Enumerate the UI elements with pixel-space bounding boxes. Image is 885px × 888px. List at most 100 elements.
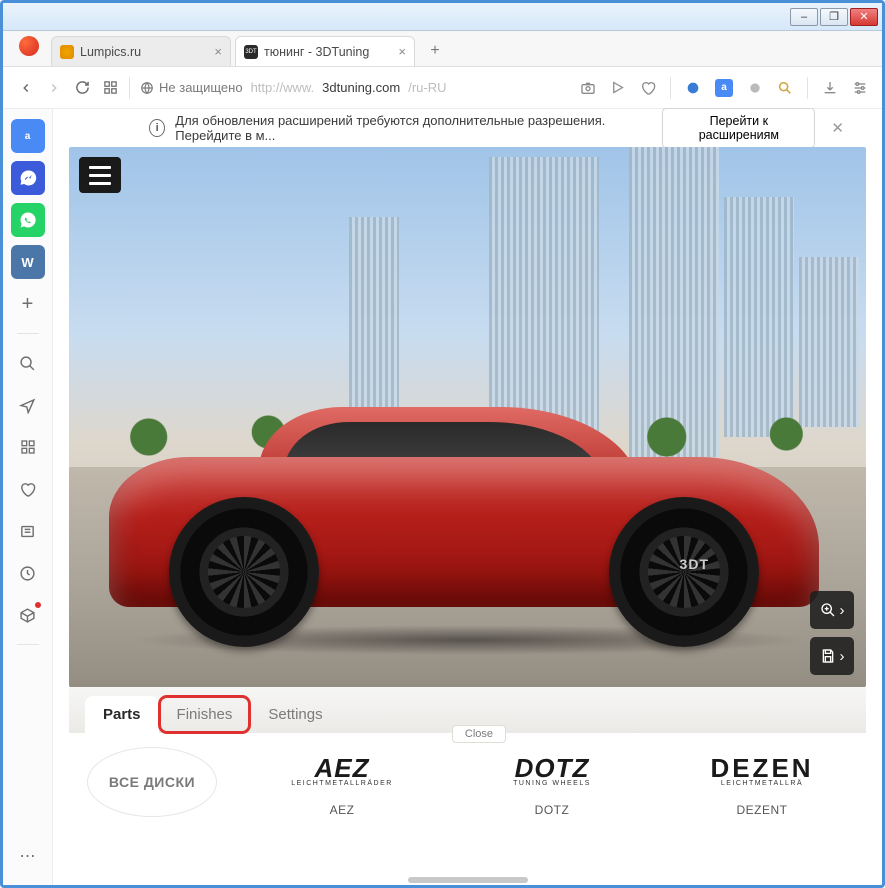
- sidebar-history-icon[interactable]: [11, 556, 45, 590]
- sidebar-whatsapp-icon[interactable]: [11, 203, 45, 237]
- window-close-button[interactable]: ✕: [850, 8, 878, 26]
- brand-logo: DEZEN LEICHTMETALLRÄ: [677, 747, 847, 797]
- favicon-icon: 3DT: [244, 45, 258, 59]
- parts-tabs: Parts Finishes Settings Close: [69, 687, 866, 733]
- tab-title: тюнинг - 3DTuning: [264, 45, 369, 59]
- search-icon[interactable]: [777, 80, 793, 96]
- camera-icon[interactable]: [580, 80, 596, 96]
- speed-dial-icon[interactable]: [101, 79, 119, 97]
- browser-tab-strip: Lumpics.ru × 3DT тюнинг - 3DTuning × +: [3, 31, 882, 67]
- sidebar-speeddial-icon[interactable]: [11, 430, 45, 464]
- play-icon[interactable]: [610, 80, 626, 96]
- brand-logo-sub: LEICHTMETALLRÄDER: [291, 780, 393, 787]
- tab-parts[interactable]: Parts: [85, 696, 159, 733]
- sidebar-add-button[interactable]: +: [11, 287, 45, 321]
- heart-icon[interactable]: [640, 80, 656, 96]
- brand-logo-text: DOTZ: [515, 757, 590, 780]
- sidebar-flow-icon[interactable]: [11, 388, 45, 422]
- browser-tab-active[interactable]: 3DT тюнинг - 3DTuning ×: [235, 36, 415, 66]
- separator: [670, 77, 671, 99]
- security-indicator[interactable]: Не защищено: [140, 80, 243, 95]
- url-host: 3dtuning.com: [322, 80, 400, 95]
- url-prefix: http://www.: [251, 80, 315, 95]
- wheel-brands-row: ВСЕ ДИСКИ AEZ LEICHTMETALLRÄDER AEZ DOTZ…: [69, 733, 866, 827]
- tab-close-icon[interactable]: ×: [214, 44, 222, 59]
- zoom-button[interactable]: ›: [810, 591, 854, 629]
- chevron-right-icon: ›: [840, 648, 845, 665]
- tab-settings[interactable]: Settings: [250, 696, 340, 733]
- address-actions: a: [580, 77, 868, 99]
- dismiss-notification-button[interactable]: ✕: [825, 119, 850, 137]
- app-window: – ❐ ✕ Lumpics.ru × 3DT тюнинг - 3DTuning…: [0, 0, 885, 888]
- translate-icon[interactable]: a: [715, 79, 733, 97]
- brand-item[interactable]: DEZEN LEICHTMETALLRÄ DEZENT: [677, 747, 847, 817]
- browser-body: a W + ⋯ i Для обновления расширений треб…: [3, 109, 882, 885]
- sidebar-news-icon[interactable]: [11, 514, 45, 548]
- car-viewer[interactable]: 3DT › ›: [69, 147, 866, 687]
- notification-text: Для обновления расширений требуются допо…: [175, 113, 652, 143]
- brand-logo: AEZ LEICHTMETALLRÄDER: [257, 747, 427, 797]
- tab-title: Lumpics.ru: [80, 45, 141, 59]
- brand-logo-sub: LEICHTMETALLRÄ: [721, 780, 803, 787]
- info-icon: i: [149, 119, 165, 137]
- download-icon[interactable]: [822, 80, 838, 96]
- save-icon: [820, 648, 836, 664]
- browser-tab[interactable]: Lumpics.ru ×: [51, 36, 231, 66]
- window-maximize-button[interactable]: ❐: [820, 8, 848, 26]
- horizontal-scrollbar[interactable]: [408, 877, 528, 883]
- address-bar: Не защищено http://www. 3dtuning.com/ru-R…: [3, 67, 882, 109]
- car-wheel-rear: [169, 497, 319, 647]
- sidebar-extensions-icon[interactable]: [11, 598, 45, 632]
- tab-finishes[interactable]: Finishes: [159, 696, 251, 733]
- sidebar-bookmarks-icon[interactable]: [11, 472, 45, 506]
- separator: [807, 77, 808, 99]
- easy-setup-icon[interactable]: [852, 80, 868, 96]
- brand-logo-text: AEZ: [315, 757, 370, 780]
- sidebar-vk-icon[interactable]: W: [11, 245, 45, 279]
- brand-name: AEZ: [330, 803, 355, 817]
- sidebar-messenger-icon[interactable]: [11, 161, 45, 195]
- extensions-icon[interactable]: [747, 80, 763, 96]
- security-label: Не защищено: [159, 80, 243, 95]
- brand-logo: DOTZ TUNING WHEELS: [467, 747, 637, 797]
- brand-name: DOTZ: [535, 803, 570, 817]
- car-model: 3DT: [109, 387, 819, 647]
- favicon-icon: [60, 45, 74, 59]
- url-path: /ru-RU: [408, 80, 446, 95]
- brand-logo-text: DEZEN: [710, 757, 813, 780]
- opera-logo-icon[interactable]: [19, 36, 39, 56]
- brand-all-wheels[interactable]: ВСЕ ДИСКИ: [87, 747, 217, 817]
- car-badge: 3DT: [680, 556, 709, 572]
- nav-back-button[interactable]: [17, 79, 35, 97]
- viewer-menu-button[interactable]: [79, 157, 121, 193]
- page-content: i Для обновления расширений требуются до…: [53, 109, 882, 885]
- sidebar-translate-icon[interactable]: a: [11, 119, 45, 153]
- sidebar-separator: [17, 644, 39, 645]
- tab-close-icon[interactable]: ×: [398, 44, 406, 59]
- zoom-in-icon: [820, 602, 836, 618]
- nav-forward-button[interactable]: [45, 79, 63, 97]
- window-minimize-button[interactable]: –: [790, 8, 818, 26]
- close-panel-button[interactable]: Close: [452, 725, 506, 743]
- brand-item[interactable]: DOTZ TUNING WHEELS DOTZ: [467, 747, 637, 817]
- shield-icon[interactable]: [685, 80, 701, 96]
- sidebar-more-button[interactable]: ⋯: [11, 839, 45, 873]
- brand-logo-sub: TUNING WHEELS: [513, 780, 591, 787]
- reload-button[interactable]: [73, 79, 91, 97]
- sidebar-search-icon[interactable]: [11, 346, 45, 380]
- save-button[interactable]: ›: [810, 637, 854, 675]
- sidebar-separator: [17, 333, 39, 334]
- separator: [129, 77, 130, 99]
- car-wheel-front: [609, 497, 759, 647]
- brand-all-label: ВСЕ ДИСКИ: [87, 747, 217, 817]
- brand-item[interactable]: AEZ LEICHTMETALLRÄDER AEZ: [257, 747, 427, 817]
- viewer-controls: › ›: [810, 591, 854, 675]
- parts-panel: Parts Finishes Settings Close ВСЕ ДИСКИ …: [69, 687, 866, 827]
- window-titlebar: – ❐ ✕: [3, 3, 882, 31]
- url-display[interactable]: Не защищено http://www. 3dtuning.com/ru-R…: [140, 80, 447, 95]
- chevron-right-icon: ›: [840, 602, 845, 619]
- extension-notification-bar: i Для обновления расширений требуются до…: [149, 109, 850, 147]
- new-tab-button[interactable]: +: [423, 39, 447, 63]
- brand-name: DEZENT: [737, 803, 788, 817]
- goto-extensions-button[interactable]: Перейти к расширениям: [662, 108, 815, 148]
